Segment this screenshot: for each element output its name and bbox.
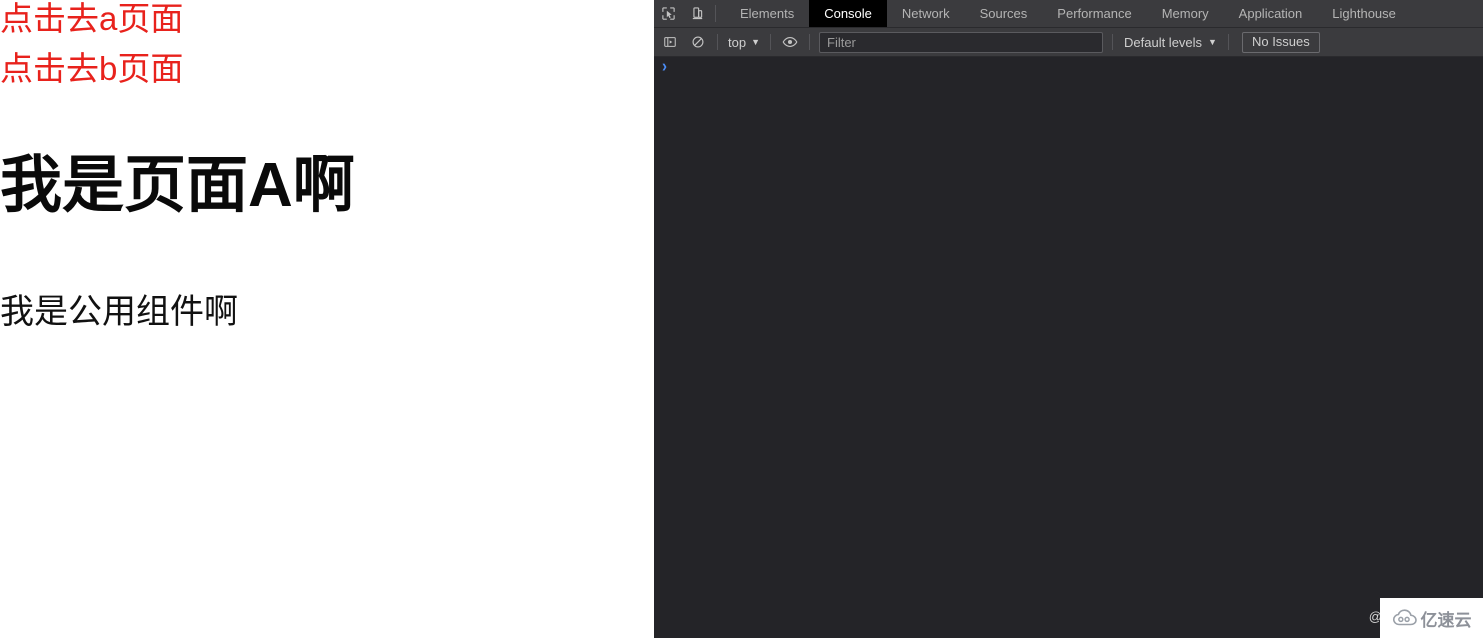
devtools-tab-list: Elements Console Network Sources Perform… [725,0,1411,27]
page-title: 我是页面A啊 [0,151,355,220]
inspect-element-icon[interactable] [654,0,683,27]
tab-memory[interactable]: Memory [1147,0,1224,27]
console-prompt-arrow: › [662,56,667,77]
watermark-brand-label: 亿速云 [1420,610,1472,630]
nav-link-list: 点击去a页面 点击去b页面 [0,0,654,94]
execution-context-selector[interactable]: top ▼ [723,35,765,50]
console-sidebar-icon[interactable] [656,29,684,55]
console-prompt-row[interactable]: › [654,57,1483,80]
link-goto-page-a[interactable]: 点击去a页面 [0,0,654,44]
toolbar-divider-1 [717,34,718,50]
watermark-badge: 亿速云 [1380,598,1483,638]
execution-context-label: top [728,34,747,50]
tabstrip-divider [715,5,716,22]
chevron-down-icon: ▼ [751,36,760,47]
search-input[interactable] [825,33,1097,51]
tab-performance[interactable]: Performance [1042,0,1146,27]
tab-console[interactable]: Console [809,0,887,27]
tab-elements[interactable]: Elements [725,0,809,27]
clear-console-icon[interactable] [684,29,712,55]
tab-sources[interactable]: Sources [965,0,1043,27]
tab-lighthouse[interactable]: Lighthouse [1317,0,1411,27]
web-page-viewport: 点击去a页面 点击去b页面 我是页面A啊 我是公用组件啊 [0,0,654,638]
console-filter-input[interactable] [819,31,1103,53]
console-toolbar: top ▼ Default levels ▼ No Issues [654,28,1483,57]
chevron-down-icon: ▼ [1208,36,1217,47]
issues-button[interactable]: No Issues [1241,31,1320,53]
devtools-panel: Elements Console Network Sources Perform… [654,0,1483,638]
console-output-area[interactable]: › @那 亿速云 [654,57,1483,638]
devtools-tabstrip: Elements Console Network Sources Perform… [654,0,1483,28]
tab-network[interactable]: Network [887,0,965,27]
toolbar-divider-4 [1112,34,1113,50]
link-goto-page-b[interactable]: 点击去b页面 [0,44,654,94]
shared-component-text: 我是公用组件啊 [0,293,238,331]
cloud-logo-icon [1392,609,1417,626]
tab-application[interactable]: Application [1224,0,1318,27]
log-levels-selector[interactable]: Default levels ▼ [1118,35,1223,50]
device-toolbar-icon[interactable] [683,0,712,27]
toolbar-divider-2 [770,34,771,50]
log-levels-label: Default levels [1124,34,1203,50]
toolbar-divider-3 [809,34,810,50]
console-command-input[interactable] [667,60,1483,76]
toolbar-divider-5 [1227,34,1229,50]
live-expression-eye-icon[interactable] [776,29,804,55]
